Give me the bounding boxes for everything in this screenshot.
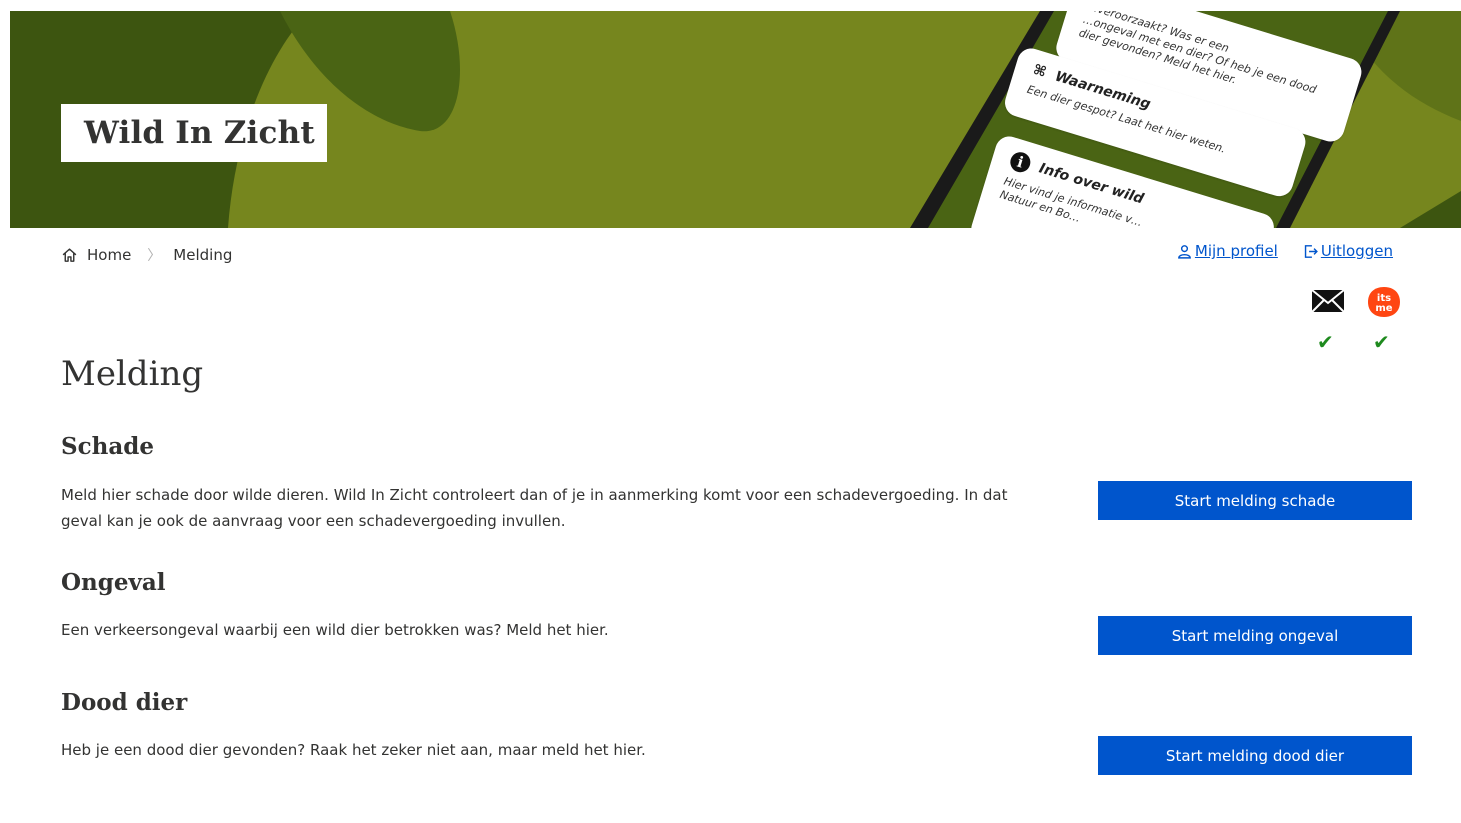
section-text: Een verkeersongeval waarbij een wild die… <box>61 621 609 639</box>
binoculars-icon: ⌘ <box>1031 61 1049 81</box>
section-heading: Ongeval <box>61 569 166 596</box>
account-links: Mijn profiel Uitloggen <box>1176 242 1393 260</box>
start-melding-schade-button[interactable]: Start melding schade <box>1098 481 1412 520</box>
profile-link-label: Mijn profiel <box>1194 242 1278 260</box>
logout-link[interactable]: Uitloggen <box>1302 242 1393 260</box>
profile-link[interactable]: Mijn profiel <box>1176 242 1278 260</box>
chevron-right-icon: 〉 <box>147 248 162 264</box>
page-title: Melding <box>61 354 204 394</box>
section-heading: Schade <box>61 433 154 460</box>
info-icon: i <box>1007 149 1033 175</box>
section-text: Meld hier schade door wilde dieren. Wild… <box>61 486 1008 530</box>
mail-icon <box>1311 289 1345 313</box>
section-heading: Dood dier <box>61 689 188 716</box>
breadcrumb-home[interactable]: Home <box>87 246 131 264</box>
auth-status: its me ✔ ✔ <box>1311 286 1403 354</box>
brand-title: Wild In Zicht <box>84 115 315 151</box>
start-melding-ongeval-button[interactable]: Start melding ongeval <box>1098 616 1412 655</box>
itsme-icon: its me <box>1368 287 1400 317</box>
home-icon <box>62 247 77 262</box>
check-icon: ✔ <box>1373 330 1390 354</box>
itsme-logo-text: me <box>1375 303 1392 314</box>
breadcrumb: Home 〉 Melding <box>61 245 232 265</box>
check-icon: ✔ <box>1317 330 1334 354</box>
start-melding-dood-dier-button[interactable]: Start melding dood dier <box>1098 736 1412 775</box>
hero-banner: Wild In Zicht …veroorzaakt? Was er een …… <box>10 11 1461 228</box>
logout-link-label: Uitloggen <box>1320 242 1393 260</box>
user-icon <box>1178 244 1191 259</box>
breadcrumb-current: Melding <box>173 246 233 264</box>
logout-icon <box>1304 244 1318 258</box>
brand-logo[interactable]: Wild In Zicht <box>61 104 327 162</box>
section-text: Heb je een dood dier gevonden? Raak het … <box>61 741 646 759</box>
